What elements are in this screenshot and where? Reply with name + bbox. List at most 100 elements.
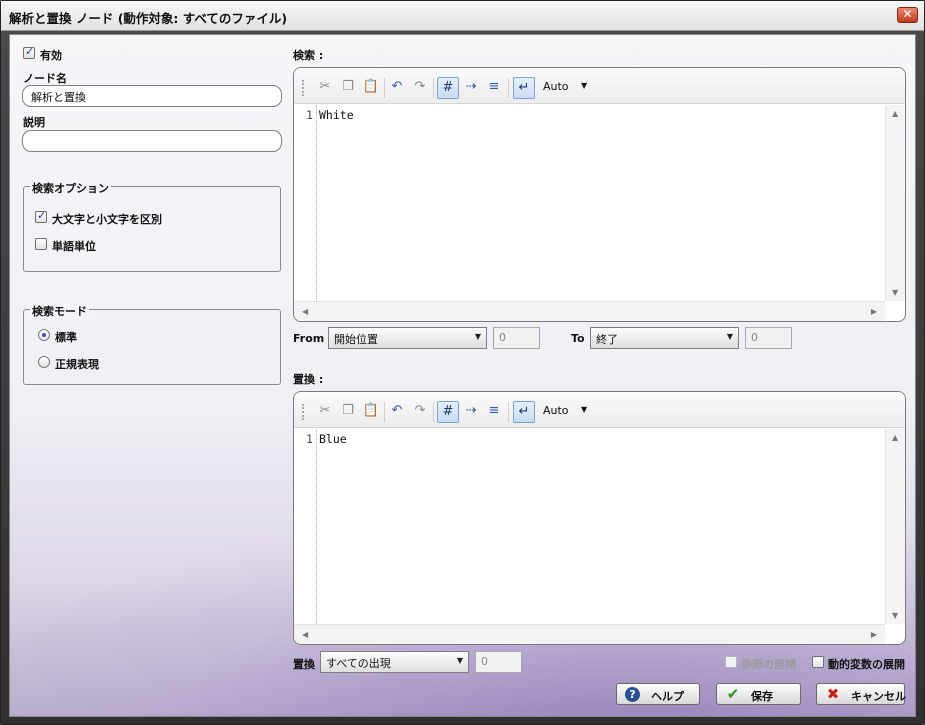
dialog-client: 有効 ノード名 解析と置換 説明 検索オプション 大文字と小文字を区別 単語単位…	[9, 34, 916, 717]
expand-dynamic-checkbox[interactable]	[812, 656, 824, 668]
save-button-label: 保存	[751, 690, 773, 703]
toolbar-separator	[508, 402, 509, 422]
search-editor[interactable]: ✂ ❐ 📋 ↶ ↷ # ⇢ ≡ ↵ Auto ▼ 1 White ▲ ▼ ◀ ▶	[293, 67, 906, 322]
enabled-label: 有効	[40, 49, 62, 62]
scroll-up-icon[interactable]: ▲	[892, 433, 898, 442]
replace-occurrence-label: 置換	[293, 658, 315, 671]
window-title: 解析と置換 ノード (動作対象: すべてのファイル)	[9, 11, 288, 26]
scroll-down-icon[interactable]: ▼	[892, 288, 898, 297]
encoding-dropdown-icon[interactable]: ▼	[581, 81, 587, 90]
from-number-input[interactable]: 0	[493, 327, 540, 349]
to-number-input[interactable]: 0	[745, 327, 792, 349]
toolbar-separator	[384, 78, 385, 98]
from-select[interactable]: 開始位置 ▼	[328, 327, 487, 349]
whole-word-checkbox[interactable]	[35, 238, 47, 250]
undo-icon[interactable]: ↶	[388, 78, 406, 96]
search-vertical-scrollbar[interactable]: ▲ ▼	[885, 105, 905, 301]
title-bar[interactable]: 解析と置換 ノード (動作対象: すべてのファイル) ✕	[1, 1, 924, 31]
search-horizontal-scrollbar[interactable]: ◀ ▶	[294, 301, 885, 321]
help-button-label: ヘルプ	[651, 690, 684, 703]
case-sensitive-checkbox[interactable]	[35, 209, 47, 223]
scroll-left-icon[interactable]: ◀	[302, 307, 308, 316]
to-label: To	[571, 332, 585, 345]
redo-icon[interactable]: ↷	[411, 402, 429, 420]
wordwrap-lines-icon[interactable]: ≡	[485, 78, 503, 96]
cut-icon[interactable]: ✂	[316, 78, 334, 96]
scroll-right-icon[interactable]: ▶	[871, 630, 877, 639]
paste-icon[interactable]: 📋	[362, 402, 380, 420]
scroll-down-icon[interactable]: ▼	[892, 611, 898, 620]
replace-editor[interactable]: ✂ ❐ 📋 ↶ ↷ # ⇢ ≡ ↵ Auto ▼ 1 Blue ▲ ▼ ◀ ▶	[293, 391, 906, 645]
help-icon: ?	[625, 687, 640, 702]
search-text-area[interactable]: 1 White	[294, 105, 885, 301]
to-select-value: 終了	[596, 333, 618, 346]
redo-icon[interactable]: ↷	[411, 78, 429, 96]
copy-icon[interactable]: ❐	[339, 402, 357, 420]
search-options-legend: 検索オプション	[30, 180, 111, 196]
toolbar-separator	[433, 402, 434, 422]
encoding-mode[interactable]: Auto	[543, 80, 569, 93]
dialog-window: 解析と置換 ノード (動作対象: すべてのファイル) ✕ 有効 ノード名 解析と…	[0, 0, 925, 725]
regex-radio[interactable]	[38, 356, 50, 368]
line-number: 1	[306, 432, 313, 446]
node-name-input[interactable]: 解析と置換	[22, 85, 282, 107]
cancel-button[interactable]: ✖ キャンセル	[816, 683, 906, 705]
from-select-value: 開始位置	[334, 333, 378, 346]
cancel-x-icon: ✖	[826, 685, 840, 703]
copy-icon[interactable]: ❐	[339, 78, 357, 96]
cancel-button-label: キャンセル	[851, 690, 906, 703]
gutter-line	[316, 105, 317, 301]
line-number-toggle-icon[interactable]: #	[437, 401, 459, 423]
wordwrap-lines-icon[interactable]: ≡	[485, 402, 503, 420]
search-text: White	[319, 108, 354, 122]
expand-reference-checkbox[interactable]	[725, 656, 737, 668]
toolbar-separator	[384, 402, 385, 422]
case-sensitive-label: 大文字と小文字を区別	[52, 213, 162, 226]
regex-label: 正規表現	[55, 358, 99, 371]
chevron-down-icon: ▼	[726, 332, 733, 341]
encoding-dropdown-icon[interactable]: ▼	[581, 405, 587, 414]
enabled-checkbox[interactable]	[23, 45, 35, 59]
replace-vertical-scrollbar[interactable]: ▲ ▼	[885, 429, 905, 624]
to-select[interactable]: 終了 ▼	[590, 327, 739, 349]
paste-icon[interactable]: 📋	[362, 78, 380, 96]
whole-word-label: 単語単位	[52, 240, 96, 253]
node-name-label: ノード名	[23, 72, 67, 85]
replace-occurrence-select[interactable]: すべての出現 ▼	[320, 651, 469, 673]
replace-label: 置換 :	[293, 373, 324, 386]
expand-dynamic-label: 動的変数の展開	[828, 658, 905, 671]
replace-horizontal-scrollbar[interactable]: ◀ ▶	[294, 624, 885, 644]
encoding-mode[interactable]: Auto	[543, 404, 569, 417]
cut-icon[interactable]: ✂	[316, 402, 334, 420]
close-button[interactable]: ✕	[897, 7, 918, 23]
from-label: From	[293, 332, 325, 345]
scroll-right-icon[interactable]: ▶	[871, 307, 877, 316]
description-label: 説明	[23, 116, 45, 129]
wrap-icon[interactable]: ↵	[513, 401, 535, 423]
wrap-icon[interactable]: ↵	[513, 77, 535, 99]
replace-editor-toolbar: ✂ ❐ 📋 ↶ ↷ # ⇢ ≡ ↵ Auto ▼	[294, 392, 905, 428]
save-button[interactable]: ✔ 保存	[716, 683, 801, 705]
gutter-line	[316, 429, 317, 624]
search-label: 検索 :	[293, 49, 324, 62]
replace-occurrence-number[interactable]: 0	[475, 651, 522, 673]
description-input[interactable]	[22, 130, 282, 152]
line-number: 1	[306, 108, 313, 122]
toolbar-grip	[302, 80, 304, 96]
whitespace-icon[interactable]: ⇢	[462, 402, 480, 420]
toolbar-grip	[302, 404, 304, 420]
replace-text-area[interactable]: 1 Blue	[294, 429, 885, 624]
replace-occurrence-value: すべての出現	[326, 657, 391, 670]
scroll-up-icon[interactable]: ▲	[892, 109, 898, 118]
line-number-toggle-icon[interactable]: #	[437, 77, 459, 99]
scroll-left-icon[interactable]: ◀	[302, 630, 308, 639]
help-button[interactable]: ? ヘルプ	[616, 683, 700, 705]
chevron-down-icon: ▼	[474, 332, 481, 341]
whitespace-icon[interactable]: ⇢	[462, 78, 480, 96]
toolbar-separator	[508, 78, 509, 98]
standard-radio[interactable]	[38, 329, 50, 341]
toolbar-separator	[433, 78, 434, 98]
chevron-down-icon: ▼	[456, 656, 463, 665]
undo-icon[interactable]: ↶	[388, 402, 406, 420]
replace-text: Blue	[319, 432, 347, 446]
